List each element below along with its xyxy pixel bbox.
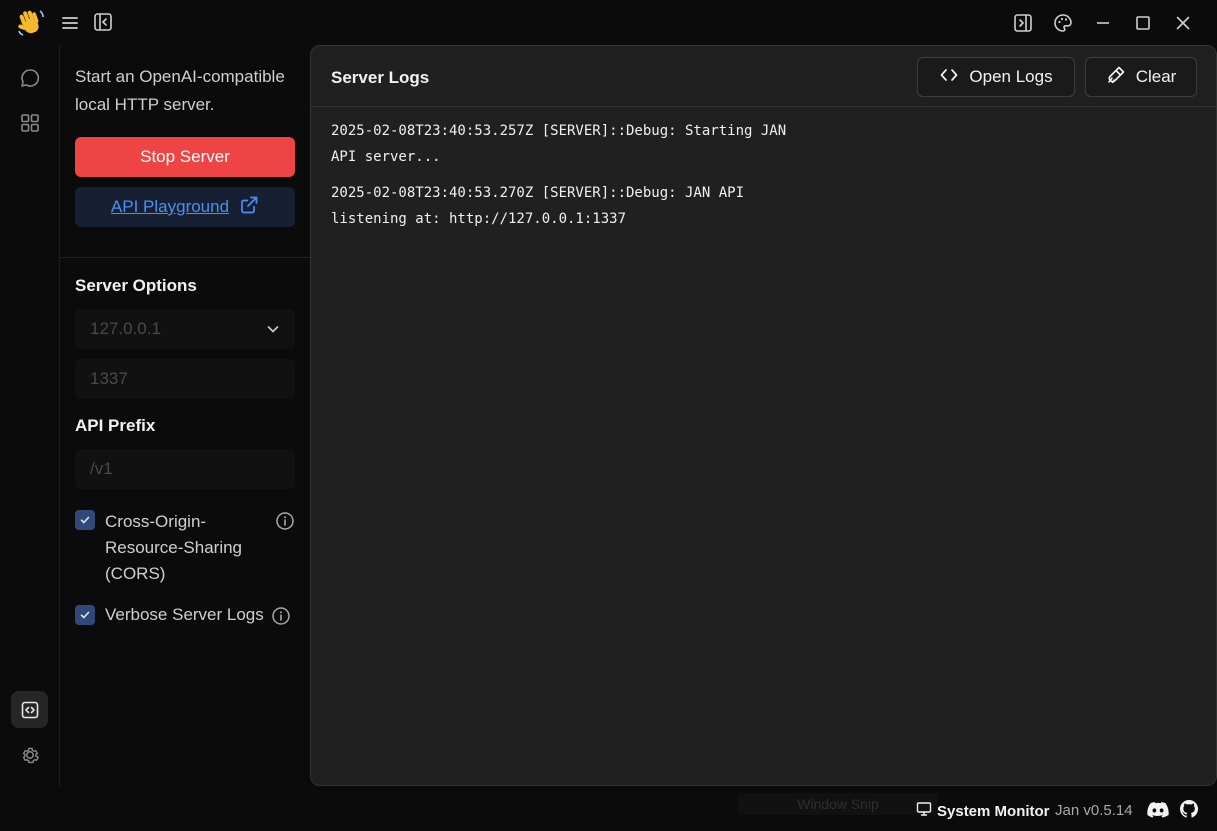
chat-icon[interactable]: [11, 59, 48, 96]
status-bar: Window Snip System Monitor Jan v0.5.14: [0, 786, 1217, 831]
server-settings-panel: Start an OpenAI-compatible local HTTP se…: [60, 45, 310, 786]
api-prefix-heading: API Prefix: [75, 416, 156, 435]
close-icon[interactable]: [1172, 12, 1194, 34]
stop-server-button[interactable]: Stop Server: [75, 137, 295, 177]
info-icon[interactable]: [275, 511, 295, 536]
log-entry: 2025-02-08T23:40:53.270Z [SERVER]::Debug…: [331, 185, 753, 227]
verbose-logs-checkbox[interactable]: [75, 605, 95, 625]
open-logs-button[interactable]: Open Logs: [917, 57, 1075, 97]
port-value: 1337: [90, 369, 128, 388]
app-window: Start an OpenAI-compatible local HTTP se…: [0, 0, 1217, 831]
info-icon[interactable]: [271, 606, 291, 631]
server-description: Start an OpenAI-compatible local HTTP se…: [75, 67, 285, 114]
logs-title: Server Logs: [331, 68, 430, 87]
api-prefix-input[interactable]: /v1: [75, 449, 295, 489]
api-playground-button[interactable]: API Playground: [75, 187, 295, 227]
github-icon[interactable]: [1179, 800, 1199, 818]
host-value: 127.0.0.1: [90, 319, 161, 338]
logs-header: Server Logs Open Logs Clear: [311, 46, 1216, 107]
cors-label: Cross-Origin-Resource-Sharing (CORS): [105, 512, 243, 583]
check-icon: [80, 611, 90, 619]
log-list: 2025-02-08T23:40:53.257Z [SERVER]::Debug…: [331, 118, 1191, 242]
verbose-logs-label: Verbose Server Logs: [105, 605, 264, 624]
hub-grid-icon[interactable]: [11, 104, 48, 141]
local-api-server-icon[interactable]: [11, 691, 48, 728]
clear-label: Clear: [1135, 67, 1177, 86]
monitor-icon: [916, 801, 932, 821]
discord-icon[interactable]: [1147, 801, 1169, 819]
maximize-icon[interactable]: [1132, 12, 1154, 34]
collapse-sidebar-icon[interactable]: [92, 11, 114, 33]
port-input[interactable]: 1337: [75, 359, 295, 399]
cors-checkbox[interactable]: [75, 510, 95, 530]
check-icon: [80, 516, 90, 524]
palette-icon[interactable]: [1052, 12, 1074, 34]
api-playground-label: API Playground: [110, 197, 230, 216]
clear-logs-button[interactable]: Clear: [1085, 57, 1197, 97]
chevron-down-icon: [266, 321, 280, 341]
api-prefix-value: /v1: [90, 459, 113, 478]
settings-gear-icon[interactable]: [11, 736, 48, 773]
open-logs-label: Open Logs: [969, 67, 1053, 86]
toggle-right-panel-icon[interactable]: [1012, 12, 1034, 34]
stop-server-label: Stop Server: [140, 147, 230, 166]
app-version: Jan v0.5.14: [1055, 802, 1133, 819]
navigation-rail: [0, 45, 60, 786]
verbose-logs-option: Verbose Server Logs: [75, 604, 295, 626]
ghost-tooltip: Window Snip: [738, 793, 938, 815]
waving-hand-icon: [14, 6, 48, 40]
log-entry: 2025-02-08T23:40:53.257Z [SERVER]::Debug…: [331, 123, 795, 165]
server-logs-panel: Server Logs Open Logs Clear 2025-02-08T2…: [310, 45, 1217, 786]
server-options-heading: Server Options: [75, 276, 197, 295]
system-monitor-button[interactable]: System Monitor: [916, 801, 1050, 821]
external-link-icon: [239, 195, 259, 220]
title-bar: [0, 0, 1217, 45]
code-icon: [939, 65, 959, 90]
hamburger-menu-icon[interactable]: [58, 12, 82, 34]
cors-option: Cross-Origin-Resource-Sharing (CORS): [75, 509, 295, 587]
system-monitor-label: System Monitor: [937, 802, 1050, 820]
minimize-icon[interactable]: [1092, 12, 1114, 34]
host-select[interactable]: 127.0.0.1: [75, 309, 295, 349]
brush-icon: [1106, 65, 1126, 90]
divider: [60, 257, 310, 258]
